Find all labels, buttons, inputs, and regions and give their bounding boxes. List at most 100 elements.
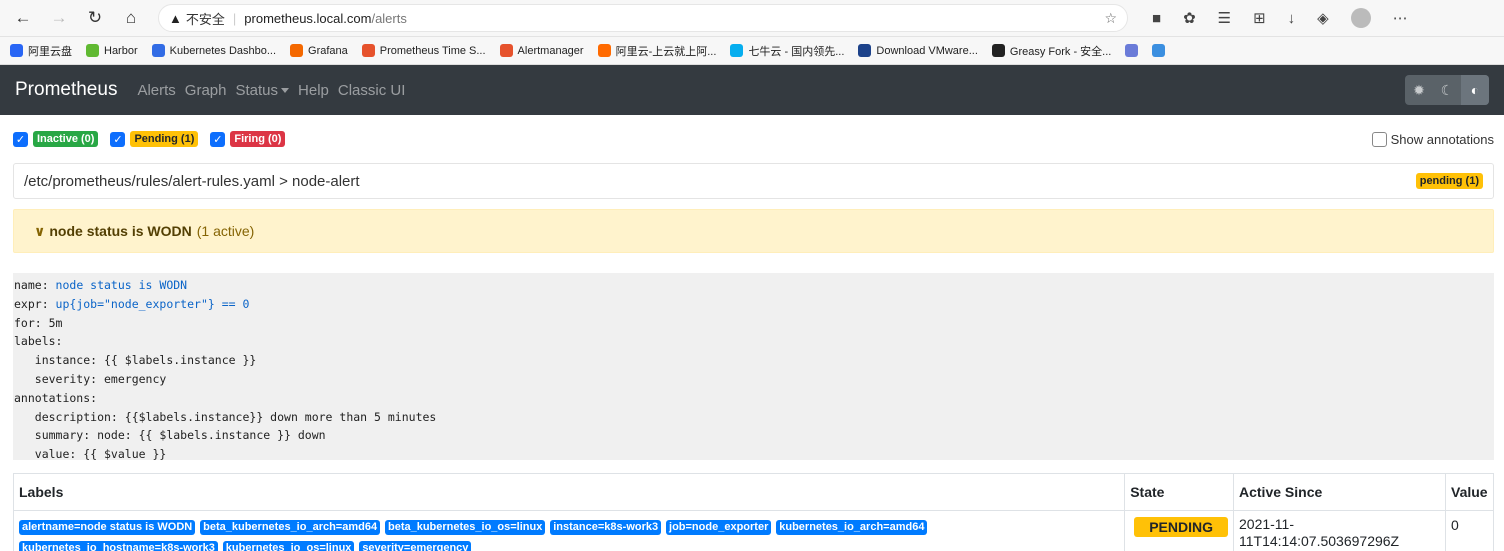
bookmark-label: Alertmanager <box>517 44 584 57</box>
show-annotations-toggle[interactable]: Show annotations <box>1371 131 1494 147</box>
nav-classic-ui[interactable]: Classic UI <box>338 82 406 99</box>
active-since-cell: 2021-11- 11T14:14:07.503697296Z <box>1233 510 1446 551</box>
address-bar[interactable]: ▲ 不安全 | prometheus.local.com/alerts ☆ <box>158 4 1128 32</box>
rule-def-line: for: 5m <box>14 315 63 330</box>
bookmark-label: 七牛云 - 国内领先... <box>748 45 845 58</box>
home-icon[interactable]: ⌂ <box>116 3 146 33</box>
bookmark-favicon <box>730 44 744 57</box>
rule-def-line: name: node status is WODN <box>14 276 1494 295</box>
label-badge: kubernetes_io_os=linux <box>222 541 355 551</box>
bookmark-label: Download VMware... <box>876 44 978 57</box>
label-badge: severity=emergency <box>359 541 472 551</box>
nav-graph[interactable]: Graph <box>185 82 227 99</box>
bookmark-favicon <box>991 44 1005 57</box>
label-badge: kubernetes_io_arch=amd64 <box>776 520 928 535</box>
nav-alerts[interactable]: Alerts <box>137 82 175 99</box>
extensions-icon[interactable]: ✿ <box>1183 9 1196 27</box>
nav-status[interactable]: Status <box>236 82 290 99</box>
bookmark-label: Greasy Fork - 安全... <box>1009 45 1112 58</box>
bookmark-item[interactable]: Download VMware... <box>858 44 978 57</box>
reload-icon[interactable]: ↻ <box>80 3 110 33</box>
bookmark-favicon <box>86 44 99 57</box>
bookmark-item[interactable]: Kubernetes Dashbo... <box>151 44 276 57</box>
show-annotations-checkbox[interactable] <box>1371 131 1387 147</box>
rule-def-line: description: {{$labels.instance}} down m… <box>14 409 437 424</box>
rule-def-line: labels: <box>14 334 63 349</box>
browser-theme-icon[interactable]: ◐ <box>1461 75 1489 105</box>
rule-def-line: value: {{ $value }} <box>14 447 167 462</box>
alerts-table: Labels State Active Since Value alertnam… <box>12 473 1494 551</box>
url-separator: | <box>232 10 237 26</box>
label-badge: beta_kubernetes_io_os=linux <box>384 520 546 535</box>
tab-actions-icon[interactable]: ⊞ <box>1253 9 1266 27</box>
browser-extension-icons: ■ ✿ ☰ ⊞ ↓ ◈ ⋯ <box>1152 8 1408 28</box>
more-menu-icon[interactable]: ⋯ <box>1393 9 1408 27</box>
rule-group-header: /etc/prometheus/rules/alert-rules.yaml >… <box>13 163 1494 199</box>
bookmark-item[interactable]: 阿里云盘 <box>10 43 72 59</box>
light-theme-icon[interactable]: ✹ <box>1405 75 1433 105</box>
bookmark-item[interactable]: Prometheus Time S... <box>361 44 486 57</box>
checkbox-checked-icon[interactable]: ✓ <box>13 131 28 147</box>
table-header-row: Labels State Active Since Value <box>12 473 1494 511</box>
checkbox-checked-icon[interactable]: ✓ <box>210 131 226 147</box>
rule-def-line: severity: emergency <box>14 371 167 386</box>
prometheus-navbar: Prometheus Alerts Graph Status Help Clas… <box>0 65 1504 115</box>
rule-definition: name: node status is WODN expr: up{job="… <box>13 273 1494 461</box>
back-icon[interactable]: ← <box>8 3 38 33</box>
filter-firing[interactable]: ✓ Firing (0) <box>210 131 286 147</box>
rule-expr-link[interactable]: up{job="node_exporter"} == 0 <box>56 297 250 311</box>
table-row: alertname=node status is WODN beta_kuber… <box>12 510 1494 551</box>
favorites-icon[interactable]: ☰ <box>1218 9 1231 27</box>
chevron-down-icon: ∨ <box>34 222 46 239</box>
show-annotations-label: Show annotations <box>1390 131 1494 147</box>
col-state: State <box>1124 473 1234 511</box>
col-labels: Labels <box>12 473 1126 511</box>
bookmark-label: Prometheus Time S... <box>379 44 486 57</box>
bookmark-label: 阿里云盘 <box>28 45 72 58</box>
url-host: prometheus.local.com <box>244 10 372 26</box>
favorite-star-icon[interactable]: ☆ <box>1104 10 1117 27</box>
bookmark-label: 阿里云-上云就上阿... <box>615 45 717 58</box>
alert-rule-name: node status is WODN <box>49 223 192 239</box>
rule-group-path: /etc/prometheus/rules/alert-rules.yaml >… <box>24 172 360 190</box>
forward-icon[interactable]: → <box>44 3 74 33</box>
nav-help[interactable]: Help <box>298 82 329 99</box>
warning-icon: ▲ <box>169 10 182 26</box>
bookmark-item[interactable]: Greasy Fork - 安全... <box>991 43 1112 59</box>
state-filters: ✓ Inactive (0) ✓ Pending (1) ✓ Firing (0… <box>13 115 1494 163</box>
bookmark-item[interactable]: 七牛云 - 国内领先... <box>730 43 844 59</box>
bookmark-favicon <box>499 44 513 57</box>
brand-logo[interactable]: Prometheus <box>15 79 117 101</box>
alert-rule-toggle[interactable]: ∨ node status is WODN (1 active) <box>13 209 1494 253</box>
bookmark-item[interactable] <box>1152 44 1166 57</box>
rule-name-link[interactable]: node status is WODN <box>56 278 188 292</box>
bookmarks-bar: 阿里云盘 Harbor Kubernetes Dashbo... Grafana… <box>0 37 1504 65</box>
pending-badge: Pending (1) <box>130 131 199 147</box>
label-badge: alertname=node status is WODN <box>19 520 196 535</box>
inactive-badge: Inactive (0) <box>33 131 99 147</box>
browser-essentials-icon[interactable]: ◈ <box>1317 9 1329 27</box>
downloads-icon[interactable]: ↓ <box>1288 10 1296 27</box>
checkbox-checked-icon[interactable]: ✓ <box>110 131 126 147</box>
collections-icon[interactable]: ■ <box>1152 10 1161 27</box>
bookmark-item[interactable]: 阿里云-上云就上阿... <box>597 43 717 59</box>
col-value: Value <box>1445 473 1494 511</box>
bookmark-item[interactable]: Grafana <box>290 44 348 57</box>
profile-avatar[interactable] <box>1350 8 1371 28</box>
bookmark-item[interactable] <box>1125 44 1139 57</box>
bookmark-favicon <box>290 44 304 57</box>
label-badge: job=node_exporter <box>666 520 772 535</box>
bookmark-item[interactable]: Harbor <box>86 44 138 57</box>
dark-theme-icon[interactable]: ☾ <box>1433 75 1461 105</box>
label-badge: instance=k8s-work3 <box>550 520 662 535</box>
bookmark-item[interactable]: Alertmanager <box>499 44 584 57</box>
label-badge: kubernetes_io_hostname=k8s-work3 <box>19 541 218 551</box>
filter-pending[interactable]: ✓ Pending (1) <box>110 131 199 147</box>
filter-inactive[interactable]: ✓ Inactive (0) <box>13 131 99 147</box>
label-badge: beta_kubernetes_io_arch=amd64 <box>200 520 381 535</box>
group-state-badge: pending (1) <box>1415 173 1483 189</box>
insecure-label: 不安全 <box>185 11 225 27</box>
state-badge: PENDING <box>1134 517 1228 537</box>
url-path: /alerts <box>371 10 407 26</box>
yaml-key: expr: <box>14 296 56 311</box>
